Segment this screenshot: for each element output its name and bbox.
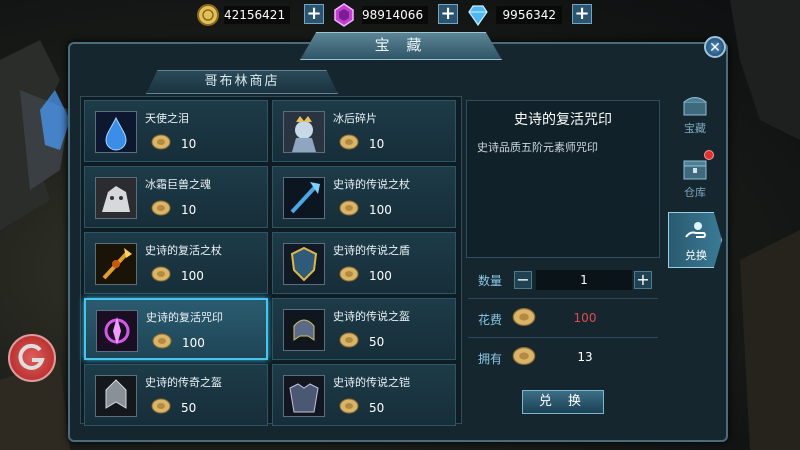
legend-armor-icon (283, 375, 325, 417)
quantity-input[interactable]: 1 (536, 270, 632, 290)
shop-item-legend-shield[interactable]: 史诗的传说之盾 100 (272, 232, 456, 294)
exchange-button[interactable]: 兑 换 (522, 390, 604, 414)
epic-helm-icon (95, 375, 137, 417)
shop-item-revive-seal[interactable]: 史诗的复活咒印 100 (84, 298, 268, 360)
purple-gem-icon (334, 3, 354, 27)
tab-warehouse[interactable]: 仓库 (668, 150, 722, 206)
item-price: 100 (182, 336, 205, 350)
shop-item-ice-queen-shard[interactable]: 冰后碎片 10 (272, 100, 456, 162)
g-logo-icon (18, 343, 45, 370)
tab-exchange[interactable]: 兑换 (668, 212, 722, 268)
shop-item-epic-helm[interactable]: 史诗的传奇之盔 50 (84, 364, 268, 426)
item-price: 50 (369, 335, 385, 349)
quantity-plus-button[interactable]: + (634, 271, 652, 289)
tab-label: 仓库 (684, 186, 706, 199)
shop-item-angel-tear[interactable]: 天使之泪 10 (84, 100, 268, 162)
revive-staff-icon (95, 243, 137, 285)
goblin-coin-icon (512, 347, 536, 365)
notification-badge (704, 150, 714, 160)
quantity-label: 数量 (478, 274, 503, 288)
gem-value: 98914066 (362, 6, 428, 24)
cost-label: 花费 (478, 313, 503, 327)
diamond-icon (468, 5, 488, 27)
tab-label: 宝藏 (684, 122, 706, 135)
add-gold-button[interactable]: + (304, 4, 324, 24)
goblin-coin-icon (151, 200, 171, 216)
add-diamond-button[interactable]: + (572, 4, 592, 24)
item-name: 史诗的复活之杖 (145, 244, 222, 257)
detail-title: 史诗的复活咒印 (514, 112, 612, 128)
goblin-coin-icon (339, 134, 359, 150)
angel-tear-icon (95, 111, 137, 153)
goblin-coin-icon (151, 398, 171, 414)
item-price: 10 (181, 137, 197, 151)
item-name: 天使之泪 (145, 112, 189, 125)
item-price: 10 (181, 203, 197, 217)
goblin-coin-icon (151, 134, 171, 150)
tab-treasure[interactable]: 宝藏 (668, 86, 722, 142)
detail-description: 史诗品质五阶元素师咒印 (477, 141, 598, 154)
goblin-coin-icon (339, 332, 359, 348)
shop-item-legend-armor[interactable]: 史诗的传说之铠 50 (272, 364, 456, 426)
item-name: 史诗的传说之杖 (333, 178, 410, 191)
legend-helm-icon (283, 309, 325, 351)
goblin-coin-icon (152, 333, 172, 349)
legend-shield-icon (283, 243, 325, 285)
gold-coin-icon (197, 4, 219, 26)
item-name: 史诗的传说之盔 (333, 310, 410, 323)
goblin-coin-icon (339, 266, 359, 282)
owned-value: 13 (577, 350, 593, 364)
tab-label: 兑换 (685, 249, 707, 262)
item-price: 100 (369, 269, 392, 283)
diamond-value: 9956342 (496, 6, 562, 24)
cost-value: 100 (573, 311, 597, 325)
item-name: 史诗的复活咒印 (146, 311, 223, 324)
goblin-shop-tab[interactable]: 哥布林商店 (146, 70, 338, 94)
item-name: 史诗的传说之铠 (333, 376, 410, 389)
treasure-chest-icon (683, 97, 707, 116)
currency-bar: 42156421 + 98914066 + 9956342 + (190, 0, 600, 30)
item-price: 50 (369, 401, 385, 415)
shop-item-legend-helm[interactable]: 史诗的传说之盔 50 (272, 298, 456, 360)
close-button[interactable]: ✕ (704, 36, 726, 58)
exchange-hand-icon (685, 222, 706, 238)
shop-item-frost-beast-soul[interactable]: 冰霜巨兽之魂 10 (84, 166, 268, 228)
goblin-coin-icon (339, 200, 359, 216)
floating-action-button[interactable] (8, 334, 56, 382)
revive-seal-icon (96, 310, 138, 352)
divider (468, 337, 658, 338)
ice-queen-icon (283, 111, 325, 153)
window-title: 宝 藏 (300, 32, 502, 60)
quantity-minus-button[interactable]: − (514, 271, 532, 289)
item-name: 冰后碎片 (333, 112, 377, 125)
gold-value: 42156421 (224, 6, 290, 24)
add-gem-button[interactable]: + (438, 4, 458, 24)
owned-label: 拥有 (478, 352, 503, 366)
item-price: 100 (369, 203, 392, 217)
item-name: 冰霜巨兽之魂 (145, 178, 211, 191)
item-price: 100 (181, 269, 204, 283)
legend-staff-icon (283, 177, 325, 219)
item-detail-panel: 史诗的复活咒印 史诗品质五阶元素师咒印 (466, 100, 660, 258)
divider (468, 298, 658, 299)
shop-item-revive-staff[interactable]: 史诗的复活之杖 100 (84, 232, 268, 294)
frost-beast-icon (95, 177, 137, 219)
goblin-coin-icon (512, 308, 536, 326)
item-price: 50 (181, 401, 197, 415)
warehouse-chest-icon (683, 160, 707, 180)
goblin-coin-icon (151, 266, 171, 282)
shop-item-legend-staff[interactable]: 史诗的传说之杖 100 (272, 166, 456, 228)
item-name: 史诗的传说之盾 (333, 244, 410, 257)
item-name: 史诗的传奇之盔 (145, 376, 222, 389)
item-price: 10 (369, 137, 385, 151)
goblin-coin-icon (339, 398, 359, 414)
